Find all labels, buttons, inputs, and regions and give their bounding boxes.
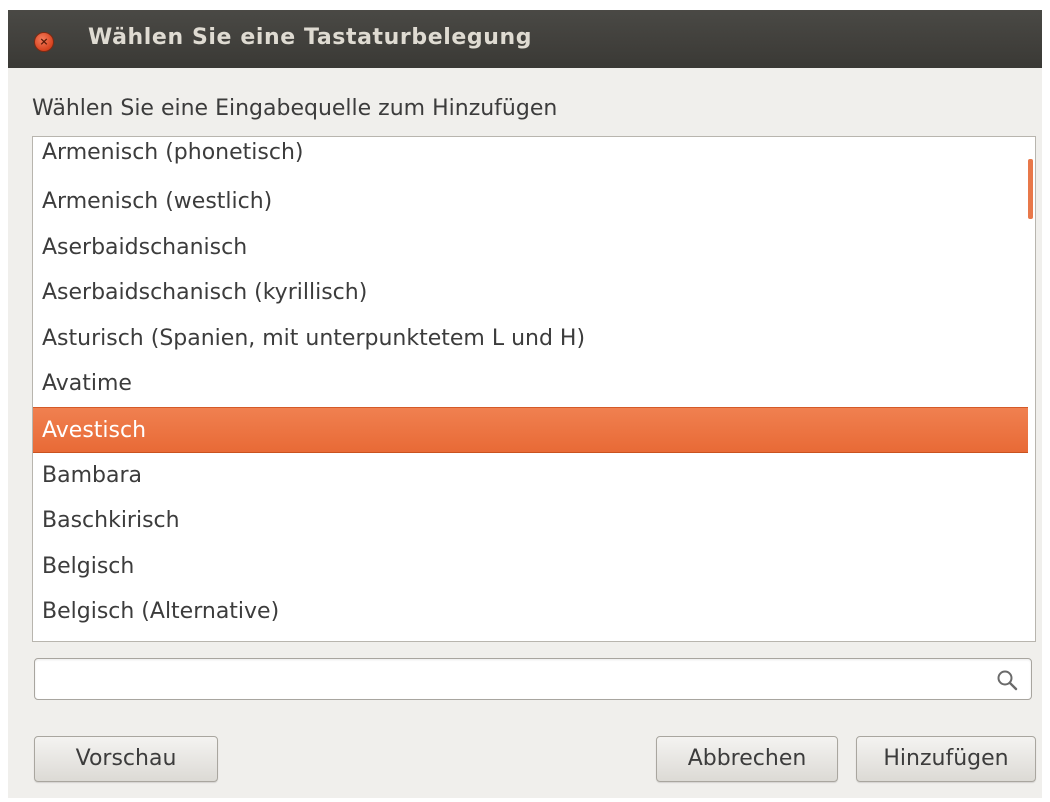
list-item[interactable]: Bambara — [33, 453, 1028, 499]
list-item[interactable]: Armenisch (westlich) — [33, 179, 1028, 225]
list-item[interactable]: Avatime — [33, 361, 1028, 407]
close-icon[interactable]: × — [34, 32, 54, 52]
title-bar[interactable]: × Wählen Sie eine Tastaturbelegung — [8, 10, 1042, 68]
prompt-label: Wählen Sie eine Eingabequelle zum Hinzuf… — [32, 96, 558, 121]
list-item[interactable]: Aserbaidschanisch — [33, 225, 1028, 271]
add-button[interactable]: Hinzufügen — [856, 736, 1036, 782]
preview-button[interactable]: Vorschau — [34, 736, 218, 782]
list-item[interactable]: Asturisch (Spanien, mit unterpunktetem L… — [33, 316, 1028, 362]
list-item[interactable]: Belgisch — [33, 544, 1028, 590]
list-item[interactable]: Belgisch (Alternative) — [33, 589, 1028, 635]
list-item-selected[interactable]: Avestisch — [33, 406, 1028, 453]
cancel-button[interactable]: Abbrechen — [656, 736, 838, 782]
search-field[interactable] — [34, 658, 1032, 700]
list-item[interactable]: Aserbaidschanisch (kyrillisch) — [33, 270, 1028, 316]
window-title: Wählen Sie eine Tastaturbelegung — [88, 25, 533, 50]
search-input[interactable] — [41, 663, 975, 697]
search-icon[interactable] — [995, 668, 1019, 692]
list-item[interactable]: Baschkirisch — [33, 498, 1028, 544]
list-item[interactable]: Armenisch (phonetisch) — [33, 137, 1028, 179]
scrollbar-thumb[interactable] — [1028, 159, 1033, 219]
input-source-list[interactable]: Armenisch (phonetisch) Armenisch (westli… — [32, 136, 1036, 642]
list: Armenisch (phonetisch) Armenisch (westli… — [33, 137, 1028, 635]
dialog-window: × Wählen Sie eine Tastaturbelegung Wähle… — [8, 10, 1042, 798]
